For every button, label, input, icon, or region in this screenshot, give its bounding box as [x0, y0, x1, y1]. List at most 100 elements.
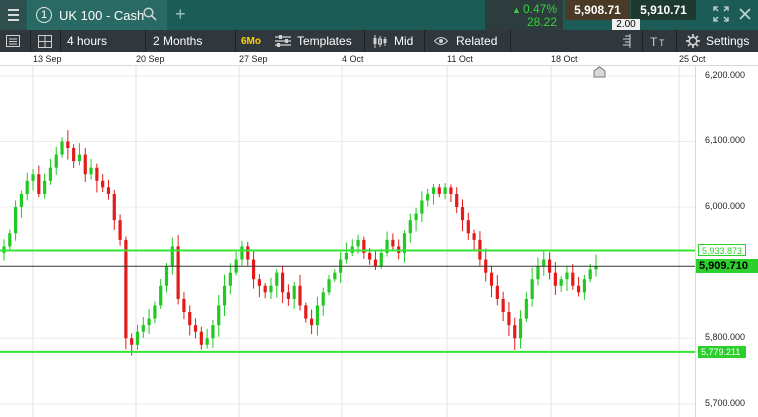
preset-6mo-button[interactable]: 6Mo	[241, 30, 261, 52]
candle-body	[513, 325, 517, 339]
price-chart[interactable]	[0, 66, 695, 417]
eye-icon	[434, 37, 448, 45]
candle-body	[553, 272, 557, 286]
level-line-label: 5,779.211	[698, 345, 746, 358]
ruler-icon	[623, 34, 631, 48]
price-type-label: Mid	[394, 34, 414, 48]
candle-body	[222, 285, 227, 306]
candle-body	[460, 207, 465, 221]
range-dropdown[interactable]: 2 Months	[153, 30, 202, 52]
candle-body	[524, 298, 528, 319]
candle-body	[292, 285, 296, 299]
search-icon[interactable]	[143, 7, 157, 21]
candle-body	[368, 252, 372, 260]
instrument-tab[interactable]: 1 UK 100 - Cash	[27, 0, 167, 30]
candle-body	[275, 272, 279, 286]
top-bar: 1 UK 100 - Cash + ▲ 0.47% 28.22 5,908.71 …	[0, 0, 758, 31]
candle-body	[373, 259, 378, 267]
draw-tools-button[interactable]	[620, 30, 634, 52]
close-icon[interactable]	[738, 7, 752, 21]
candle-body	[443, 187, 447, 194]
preset-label: 6Mo	[241, 35, 261, 47]
candle-body	[147, 318, 151, 326]
toolbar-divider	[642, 30, 643, 52]
toolbar-divider	[424, 30, 425, 52]
candle-body	[280, 272, 285, 293]
gear-icon	[686, 34, 700, 48]
candle-body	[246, 246, 250, 260]
candle-body	[205, 338, 209, 345]
candle-body	[48, 167, 53, 181]
candle-body	[153, 305, 157, 319]
date-tick-label: 18 Oct	[551, 54, 578, 64]
candle-body	[14, 207, 18, 234]
toolbar-divider	[145, 30, 146, 52]
candle-body	[507, 312, 511, 326]
menu-icon[interactable]	[0, 0, 26, 30]
price-tick-label: 5,800.000	[705, 332, 746, 343]
layout-grid-button[interactable]	[38, 30, 56, 52]
templates-icon	[275, 35, 291, 47]
candle-body	[54, 154, 58, 168]
svg-text:T: T	[650, 35, 658, 47]
date-tick-label: 25 Oct	[679, 54, 706, 64]
candle-body	[379, 252, 383, 267]
candle-body	[124, 239, 128, 339]
date-tick-label: 11 Oct	[447, 54, 473, 64]
toolbar-divider	[364, 30, 365, 52]
price-type-dropdown[interactable]: Mid	[372, 30, 413, 52]
toolbar-divider	[30, 30, 31, 52]
toolbar-divider	[60, 30, 61, 52]
candle-body	[489, 272, 494, 286]
candle-body	[60, 141, 64, 155]
candle-body	[118, 220, 122, 240]
candle-body	[182, 298, 186, 313]
interval-dropdown[interactable]: 4 hours	[67, 30, 107, 52]
change-box: ▲ 0.47% 28.22	[485, 0, 563, 30]
price-axis[interactable]	[695, 66, 758, 417]
templates-label: Templates	[297, 34, 352, 48]
candle-body	[565, 272, 569, 280]
settings-button[interactable]: Settings	[686, 30, 749, 52]
text-size-button[interactable]: T T	[650, 30, 670, 52]
buy-price-button[interactable]: 5,910.71	[631, 0, 696, 20]
candle-body	[455, 193, 459, 208]
candle-body	[31, 174, 35, 181]
current-price-label: 5,909.710	[696, 259, 758, 274]
related-button[interactable]: Related	[434, 30, 497, 52]
panel-toggle-icon[interactable]	[6, 30, 26, 52]
candle-body	[536, 266, 540, 280]
interval-label: 4 hours	[67, 34, 108, 48]
candle-body	[240, 246, 244, 260]
candle-body	[95, 167, 99, 181]
change-percent-value: 0.47%	[522, 2, 557, 16]
candle-body	[43, 180, 47, 194]
candle-body	[8, 233, 12, 247]
sell-price-button[interactable]: 5,908.71	[565, 0, 630, 20]
chart-window: 1 UK 100 - Cash + ▲ 0.47% 28.22 5,908.71 …	[0, 0, 758, 417]
candle-body	[77, 154, 82, 162]
candle-body	[130, 338, 134, 345]
toolbar-divider	[510, 30, 511, 52]
candle-body	[530, 279, 534, 299]
candle-body	[101, 180, 105, 188]
date-axis: 13 Sep 20 Sep 27 Sep 4 Oct 11 Oct 18 Oct 25 Oc…	[0, 52, 758, 66]
add-tab-icon[interactable]: +	[175, 4, 186, 24]
candle-body	[25, 180, 29, 194]
scroll-to-end-icon[interactable]	[593, 66, 606, 78]
candle-body	[420, 200, 424, 214]
candle-body	[72, 148, 76, 162]
candlestick-icon	[373, 34, 387, 48]
expand-icon[interactable]	[712, 5, 730, 23]
candle-body	[19, 193, 24, 208]
instrument-name: UK 100 - Cash	[59, 7, 145, 23]
candle-body	[112, 193, 116, 221]
price-tick-label: 6,000.000	[705, 201, 746, 212]
candle-body	[327, 279, 331, 293]
candle-body	[559, 279, 563, 286]
templates-button[interactable]: Templates	[275, 30, 352, 52]
candle-body	[431, 187, 436, 194]
candle-body	[228, 272, 232, 286]
candle-body	[257, 279, 261, 286]
candle-body	[356, 239, 360, 247]
